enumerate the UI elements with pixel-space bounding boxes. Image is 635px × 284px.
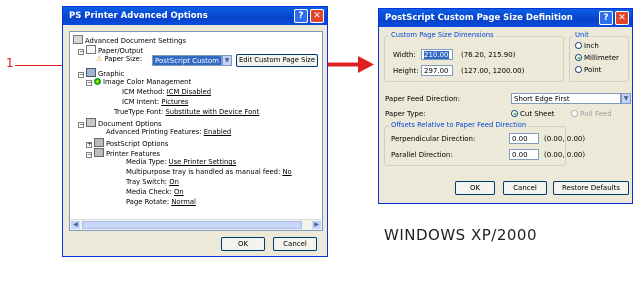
- ps-advanced-options-window: PS Printer Advanced Options ? ✕ Advanced…: [62, 6, 328, 257]
- collapse-icon[interactable]: −: [86, 80, 92, 86]
- printer-features-icon: [94, 148, 104, 157]
- tree-truetype[interactable]: TrueType Font: Substitute with Device Fo…: [114, 108, 259, 117]
- collapse-icon[interactable]: −: [86, 152, 92, 158]
- arrow-right-icon: [328, 56, 374, 73]
- tree-root[interactable]: Advanced Document Settings: [73, 35, 186, 45]
- dimensions-group: [384, 36, 564, 82]
- tree-paper-output[interactable]: − Paper/Output: [78, 45, 143, 55]
- perpendicular-label: Perpendicular Direction:: [391, 135, 476, 143]
- tree-advanced-printing[interactable]: Advanced Printing Features: Enabled: [106, 128, 231, 137]
- postscript-options-icon: [94, 138, 104, 147]
- tree-printer-features[interactable]: − Printer Features: [86, 148, 160, 158]
- ok-button[interactable]: OK: [455, 181, 495, 195]
- radio-icon: [575, 42, 582, 49]
- perpendicular-input[interactable]: 0.00: [509, 133, 539, 144]
- callout-number: 1: [6, 56, 14, 70]
- chevron-down-icon[interactable]: ▼: [621, 93, 631, 104]
- unit-group-title: Unit: [573, 31, 591, 39]
- collapse-icon[interactable]: −: [78, 49, 84, 55]
- tree-media-type[interactable]: Media Type: Use Printer Settings: [126, 158, 236, 167]
- tree-document-options[interactable]: − Document Options: [78, 118, 162, 128]
- radio-icon: [571, 110, 578, 117]
- feed-direction-label: Paper Feed Direction:: [385, 95, 460, 103]
- offsets-group: [384, 126, 566, 166]
- width-range: (76.20, 215.90): [461, 51, 516, 59]
- width-label: Width:: [393, 51, 416, 59]
- paper-type-label: Paper Type:: [385, 110, 426, 118]
- tree-page-rotate[interactable]: Page Rotate: Normal: [126, 198, 196, 207]
- unit-inch-radio[interactable]: Inch: [575, 42, 599, 50]
- horizontal-scrollbar[interactable]: ◀ ▶: [70, 219, 322, 230]
- scroll-right-icon[interactable]: ▶: [312, 221, 321, 229]
- cancel-button[interactable]: Cancel: [273, 237, 317, 251]
- radio-selected-icon: [511, 110, 518, 117]
- tree-multipurpose[interactable]: Multipurpose tray is handled as manual f…: [126, 168, 292, 177]
- tree-icm[interactable]: − Image Color Management: [86, 78, 191, 87]
- feed-direction-select[interactable]: Short Edge First: [511, 93, 621, 104]
- unit-millimeter-radio[interactable]: Millimeter: [575, 54, 619, 62]
- chevron-down-icon[interactable]: ▼: [222, 55, 232, 66]
- tree-icm-method[interactable]: ICM Method: ICM Disabled: [122, 88, 211, 97]
- roll-feed-radio: Roll Feed: [571, 110, 612, 118]
- height-input[interactable]: 297.00: [421, 65, 453, 76]
- os-caption: WINDOWS XP/2000: [384, 226, 538, 244]
- window-title: PostScript Custom Page Size Definition: [379, 9, 632, 27]
- tree-paper-size[interactable]: ⚠ Paper Size:: [96, 55, 142, 67]
- cancel-button[interactable]: Cancel: [503, 181, 547, 195]
- perpendicular-range: (0.00, 0.00): [544, 135, 586, 143]
- radio-icon: [575, 66, 582, 73]
- parallel-range: (0.00, 0.00): [544, 151, 586, 159]
- parallel-label: Parallel Direction:: [391, 151, 453, 159]
- custom-page-size-window: PostScript Custom Page Size Definition ?…: [378, 8, 633, 204]
- restore-defaults-button[interactable]: Restore Defaults: [553, 181, 629, 195]
- document-options-icon: [86, 118, 96, 127]
- help-button[interactable]: ?: [599, 11, 613, 25]
- warning-icon: ⚠: [96, 55, 103, 63]
- unit-point-radio[interactable]: Point: [575, 66, 601, 74]
- tree-graphic[interactable]: − Graphic: [78, 68, 124, 78]
- height-label: Height:: [393, 67, 419, 75]
- paper-size-select[interactable]: PostScript Custom: [152, 55, 222, 66]
- color-management-icon: [94, 78, 101, 85]
- collapse-icon[interactable]: −: [78, 72, 84, 78]
- cut-sheet-radio[interactable]: Cut Sheet: [511, 110, 555, 118]
- document-settings-icon: [73, 35, 83, 44]
- parallel-input[interactable]: 0.00: [509, 149, 539, 160]
- close-button[interactable]: ✕: [615, 11, 629, 25]
- tree-media-check[interactable]: Media Check: On: [126, 188, 184, 197]
- graphic-icon: [86, 68, 96, 77]
- settings-tree[interactable]: Advanced Document Settings − Paper/Output…: [69, 31, 323, 231]
- scroll-thumb[interactable]: [82, 221, 302, 229]
- edit-custom-page-size-button[interactable]: Edit Custom Page Size: [236, 54, 318, 67]
- tree-icm-intent[interactable]: ICM Intent: Pictures: [122, 98, 188, 107]
- close-button[interactable]: ✕: [310, 9, 324, 23]
- width-input[interactable]: 210.00: [421, 49, 453, 60]
- height-range: (127.00, 1200.00): [461, 67, 525, 75]
- collapse-icon[interactable]: −: [78, 122, 84, 128]
- dimensions-group-title: Custom Page Size Dimensions: [389, 31, 496, 39]
- window-title: PS Printer Advanced Options: [63, 7, 327, 25]
- ok-button[interactable]: OK: [221, 237, 265, 251]
- scroll-left-icon[interactable]: ◀: [71, 221, 80, 229]
- tree-tray-switch[interactable]: Tray Switch: On: [126, 178, 179, 187]
- offsets-group-title: Offsets Relative to Paper Feed Direction: [389, 121, 529, 129]
- radio-selected-icon: [575, 54, 582, 61]
- tree-postscript-options[interactable]: + PostScript Options: [86, 138, 168, 148]
- paper-icon: [86, 45, 96, 54]
- help-button[interactable]: ?: [294, 9, 308, 23]
